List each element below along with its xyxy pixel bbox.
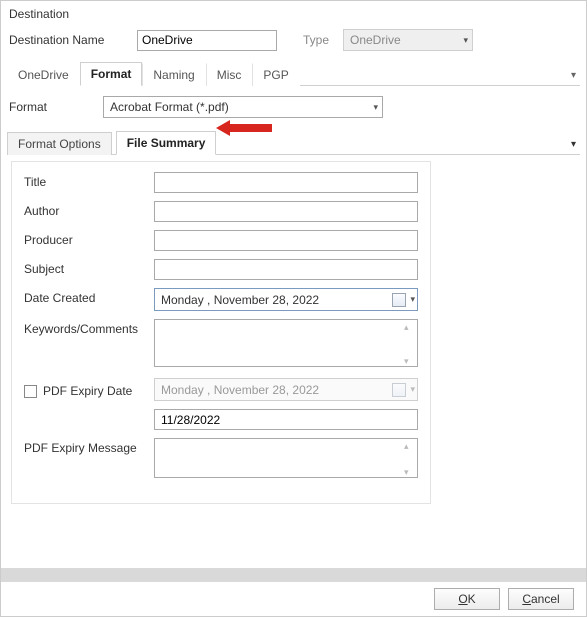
subject-label: Subject [24,259,154,276]
subtab-format-options[interactable]: Format Options [7,132,112,155]
type-label: Type [303,33,343,47]
subject-input[interactable] [154,259,418,280]
file-summary-panel: Title Author Producer Subject Date Creat… [11,161,431,504]
cancel-button[interactable]: Cancel [508,588,574,610]
destination-name-label: Destination Name [9,33,137,47]
keywords-label: Keywords/Comments [24,319,154,336]
type-value: OneDrive [350,33,439,47]
pdf-expiry-message-label: PDF Expiry Message [24,438,154,455]
tab-naming[interactable]: Naming [142,63,205,86]
date-created-picker[interactable]: Monday , November 28, 2022 ▾ [154,288,418,311]
window-title: Destination [1,1,586,25]
destination-name-input[interactable] [137,30,277,51]
tab-onedrive[interactable]: OneDrive [7,63,80,86]
format-row: Format Acrobat Format (*.pdf) ▾ [1,92,586,122]
tab-misc[interactable]: Misc [206,63,253,86]
sub-tabs: Format Options File Summary ▾ [7,130,580,155]
type-select: OneDrive ▾ [343,29,473,51]
author-label: Author [24,201,154,218]
format-value: Acrobat Format (*.pdf) [110,100,349,114]
chevron-down-icon: ▾ [463,35,468,46]
footer: OK Cancel [1,568,586,616]
calendar-icon [392,383,406,397]
destination-row: Destination Name Type OneDrive ▾ [1,25,586,55]
chevron-down-icon: ▾ [410,384,415,395]
title-label: Title [24,172,154,189]
format-select[interactable]: Acrobat Format (*.pdf) ▾ [103,96,383,118]
chevron-down-icon: ▾ [373,102,378,113]
title-input[interactable] [154,172,418,193]
producer-label: Producer [24,230,154,247]
pdf-expiry-date-label: PDF Expiry Date [43,384,132,398]
format-label: Format [9,100,103,114]
date-created-value: Monday , November 28, 2022 [161,293,319,307]
calendar-icon [392,293,406,307]
pdf-expiry-date-picker: Monday , November 28, 2022 ▾ [154,378,418,401]
tab-pgp[interactable]: PGP [252,63,299,86]
spacer-label [24,409,154,412]
pdf-expiry-message-textarea[interactable] [154,438,418,478]
pdf-expiry-date-value: Monday , November 28, 2022 [161,383,319,397]
date-created-label: Date Created [24,288,154,305]
tabs-expand-icon[interactable]: ▾ [571,70,580,85]
author-input[interactable] [154,201,418,222]
footer-separator [1,568,586,582]
tab-format[interactable]: Format [80,62,143,86]
pdf-expiry-date-label-group: PDF Expiry Date [24,381,154,398]
pdf-expiry-checkbox[interactable] [24,385,37,398]
keywords-textarea[interactable] [154,319,418,367]
subtabs-caret-icon[interactable]: ▾ [571,139,580,154]
main-tabs: OneDrive Format Naming Misc PGP ▾ [7,61,580,86]
subtab-file-summary[interactable]: File Summary [116,131,217,155]
pdf-expiry-short-input[interactable] [154,409,418,430]
chevron-down-icon: ▾ [410,294,415,305]
producer-input[interactable] [154,230,418,251]
ok-button[interactable]: OK [434,588,500,610]
